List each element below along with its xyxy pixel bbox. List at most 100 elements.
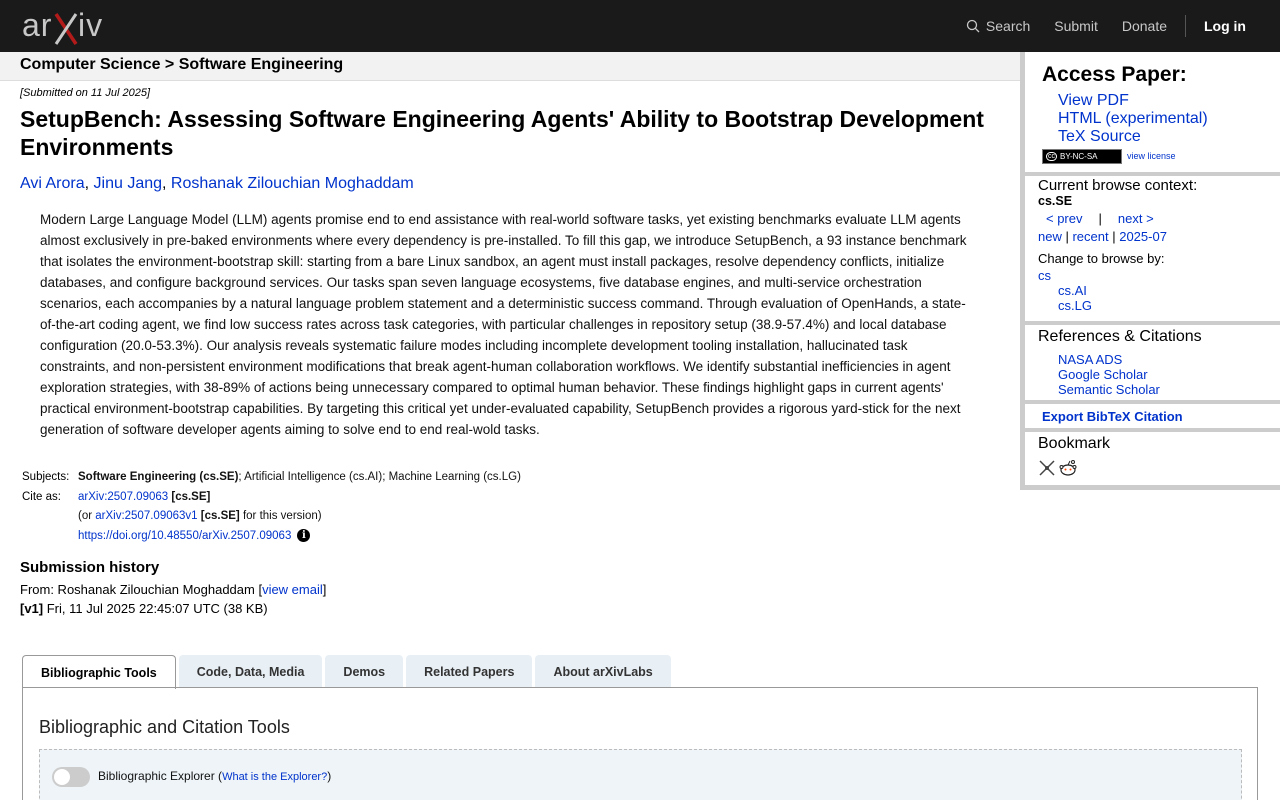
nasa-ads-link[interactable]: NASA ADS bbox=[1058, 352, 1160, 367]
breadcrumb-bar: Computer Science > Software Engineering bbox=[0, 52, 1020, 81]
paper-main: [Submitted on 11 Jul 2025] SetupBench: A… bbox=[20, 87, 1005, 440]
tab-panel: Bibliographic and Citation Tools Bibliog… bbox=[22, 687, 1258, 800]
reddit-icon[interactable] bbox=[1058, 459, 1078, 477]
references-box: References & Citations NASA ADS Google S… bbox=[1025, 325, 1280, 400]
donate-link[interactable]: Donate bbox=[1122, 18, 1167, 34]
month-link[interactable]: 2025-07 bbox=[1119, 229, 1167, 244]
version-label: [v1] bbox=[20, 601, 44, 616]
browse-context-box: Current browse context: cs.SE < prev | nex… bbox=[1025, 176, 1280, 321]
access-title: Access Paper: bbox=[1042, 63, 1187, 86]
primary-subject: Software Engineering (cs.SE) bbox=[78, 471, 239, 483]
references-title: References & Citations bbox=[1038, 328, 1202, 345]
other-subjects: ; Artificial Intelligence (cs.AI); Machi… bbox=[238, 471, 521, 483]
change-browse-label: Change to browse by: bbox=[1038, 251, 1165, 266]
bookmark-box: Bookmark bbox=[1025, 432, 1280, 485]
submission-history-title: Submission history bbox=[20, 559, 160, 576]
context-lists: new | recent | 2025-07 bbox=[1038, 229, 1167, 244]
license-text: BY-NC-SA bbox=[1060, 152, 1098, 161]
abstract: Modern Large Language Model (LLM) agents… bbox=[40, 212, 967, 437]
author-link[interactable]: Jinu Jang bbox=[94, 175, 163, 192]
metadata-table: Subjects: Software Engineering (cs.SE); … bbox=[22, 468, 521, 546]
toggle-knob bbox=[54, 769, 70, 785]
context-category: cs.SE bbox=[1038, 194, 1073, 208]
tab-demos[interactable]: Demos bbox=[325, 655, 404, 688]
submitter-line: From: Roshanak Zilouchian Moghaddam [vie… bbox=[20, 582, 326, 597]
info-icon[interactable]: i bbox=[297, 528, 311, 542]
list-separator: | bbox=[1061, 229, 1073, 244]
cite-tag: [cs.SE] bbox=[171, 490, 211, 503]
panel-title: Bibliographic and Citation Tools bbox=[39, 717, 290, 737]
access-paper-box: Access Paper: View PDF HTML (experimenta… bbox=[1025, 52, 1280, 172]
version-link[interactable]: arXiv:2507.09063v1 bbox=[95, 510, 197, 522]
svg-text:ar: ar bbox=[22, 8, 52, 43]
submit-link[interactable]: Submit bbox=[1054, 18, 1098, 34]
export-box: Export BibTeX Citation bbox=[1025, 404, 1280, 428]
category-cs-link[interactable]: cs bbox=[1038, 268, 1092, 283]
sidebar: Access Paper: View PDF HTML (experimenta… bbox=[1020, 52, 1280, 490]
bookmark-icons bbox=[1038, 459, 1078, 477]
authors: Avi Arora, Jinu Jang, Roshanak Zilouchia… bbox=[20, 175, 414, 192]
author-link[interactable]: Roshanak Zilouchian Moghaddam bbox=[171, 175, 414, 192]
submitted-date: [Submitted on 11 Jul 2025] bbox=[20, 87, 151, 99]
tab-code-data-media[interactable]: Code, Data, Media bbox=[178, 655, 323, 688]
context-nav: < prev | next > bbox=[1046, 211, 1154, 226]
version-tag: [cs.SE] bbox=[200, 510, 240, 522]
export-bibtex-link[interactable]: Export BibTeX Citation bbox=[1042, 409, 1183, 424]
top-header: ar iv Search Submit Donate Log in bbox=[0, 0, 1280, 52]
explorer-toggle[interactable] bbox=[52, 767, 90, 787]
prev-link[interactable]: < prev bbox=[1046, 211, 1083, 226]
cite-label: Cite as: bbox=[22, 490, 61, 503]
breadcrumb[interactable]: Computer Science > Software Engineering bbox=[20, 56, 343, 74]
explorer-close-paren: ) bbox=[327, 769, 332, 783]
author-link[interactable]: Avi Arora bbox=[20, 175, 85, 192]
doi-link[interactable]: https://doi.org/10.48550/arXiv.2507.0906… bbox=[78, 530, 291, 542]
subjects-value: Software Engineering (cs.SE); Artificial… bbox=[78, 468, 521, 488]
nav-separator: | bbox=[1098, 211, 1102, 226]
svg-text:iv: iv bbox=[78, 8, 103, 43]
submission-history: Submission history From: Roshanak Zilouc… bbox=[20, 559, 326, 616]
view-email-link[interactable]: view email bbox=[262, 582, 323, 597]
references-links: NASA ADS Google Scholar Semantic Scholar bbox=[1058, 352, 1160, 397]
version-prefix: (or bbox=[78, 510, 96, 522]
new-link[interactable]: new bbox=[1038, 229, 1062, 244]
submitter-close: ] bbox=[322, 582, 327, 597]
browse-categories: cs cs.AI cs.LG bbox=[1038, 268, 1092, 313]
version-line: [v1] Fri, 11 Jul 2025 22:45:07 UTC (38 K… bbox=[20, 601, 326, 616]
view-license-link[interactable]: view license bbox=[1127, 151, 1176, 161]
tab-about-arxivlabs[interactable]: About arXivLabs bbox=[535, 655, 671, 688]
top-nav: Search Submit Donate Log in bbox=[942, 0, 1246, 52]
access-links: View PDF HTML (experimental) TeX Source bbox=[1058, 92, 1208, 146]
labs-tabs: Bibliographic Tools Code, Data, Media De… bbox=[22, 655, 674, 689]
what-is-explorer-link[interactable]: What is the Explorer? bbox=[222, 771, 327, 783]
tab-related-papers[interactable]: Related Papers bbox=[406, 655, 533, 688]
version-suffix: for this version) bbox=[239, 510, 322, 522]
view-pdf-link[interactable]: View PDF bbox=[1058, 92, 1208, 110]
explorer-box: Bibliographic Explorer (What is the Expl… bbox=[39, 749, 1242, 800]
version-info: Fri, 11 Jul 2025 22:45:07 UTC (38 KB) bbox=[43, 601, 268, 616]
bibsonomy-icon[interactable] bbox=[1038, 459, 1056, 477]
arxiv-logo[interactable]: ar iv bbox=[22, 8, 114, 46]
cite-id-link[interactable]: arXiv:2507.09063 bbox=[78, 491, 168, 503]
semantic-scholar-link[interactable]: Semantic Scholar bbox=[1058, 382, 1160, 397]
bookmark-title: Bookmark bbox=[1038, 435, 1111, 452]
category-cs-ai-link[interactable]: cs.AI bbox=[1058, 283, 1092, 298]
page-title: SetupBench: Assessing Software Engineeri… bbox=[20, 106, 984, 160]
login-link[interactable]: Log in bbox=[1204, 18, 1246, 34]
search-label: Search bbox=[985, 18, 1031, 34]
nav-divider bbox=[1185, 15, 1186, 37]
next-link[interactable]: next > bbox=[1118, 211, 1154, 226]
google-scholar-link[interactable]: Google Scholar bbox=[1058, 367, 1160, 382]
category-cs-lg-link[interactable]: cs.LG bbox=[1058, 298, 1092, 313]
search-link[interactable]: Search bbox=[966, 18, 1030, 34]
tex-source-link[interactable]: TeX Source bbox=[1058, 128, 1208, 146]
list-separator: | bbox=[1108, 229, 1120, 244]
explorer-label: Bibliographic Explorer (What is the Expl… bbox=[98, 769, 331, 783]
explorer-text: Bibliographic Explorer ( bbox=[98, 769, 223, 783]
license-badge[interactable]: cc BY-NC-SA bbox=[1042, 149, 1122, 164]
cc-icon: cc bbox=[1046, 152, 1057, 161]
recent-link[interactable]: recent bbox=[1072, 229, 1108, 244]
html-link[interactable]: HTML (experimental) bbox=[1058, 110, 1208, 128]
search-icon bbox=[966, 19, 980, 33]
tab-bibliographic-tools[interactable]: Bibliographic Tools bbox=[22, 655, 176, 689]
submitter-text: From: Roshanak Zilouchian Moghaddam [ bbox=[20, 582, 263, 597]
